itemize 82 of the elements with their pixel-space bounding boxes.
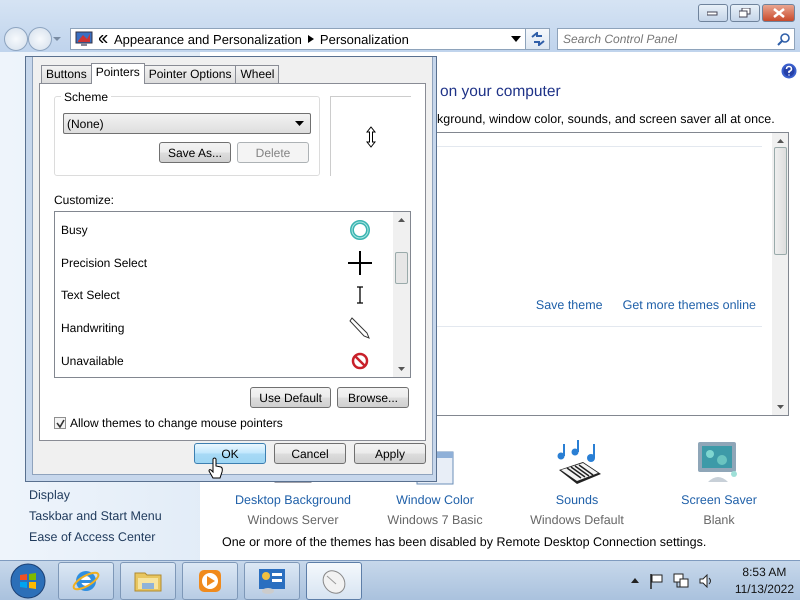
- minimize-button[interactable]: [698, 4, 728, 22]
- clock-date: 11/13/2022: [734, 582, 794, 596]
- sidebar-link[interactable]: Taskbar and Start Menu: [29, 509, 200, 523]
- scroll-thumb[interactable]: [395, 252, 408, 284]
- scrollbar[interactable]: [393, 212, 410, 377]
- pointer-name[interactable]: Text Select: [61, 288, 120, 302]
- show-hidden-icons-icon[interactable]: [630, 578, 639, 583]
- sidebar-link[interactable]: Ease of Access Center: [29, 530, 200, 544]
- hand-cursor-icon: [208, 457, 224, 479]
- setting-link[interactable]: Screen Saver: [681, 493, 757, 507]
- scrollbar[interactable]: [772, 133, 788, 415]
- notice-text: One or more of the themes has been disabled by Remote Desktop Connection settings.: [222, 535, 708, 549]
- resize-arrow-icon: [366, 126, 376, 148]
- pointer-name[interactable]: Busy: [61, 223, 88, 238]
- setting-value: Blank: [703, 513, 735, 527]
- taskbar-button[interactable]: [306, 562, 362, 600]
- scheme-dropdown[interactable]: (None): [63, 113, 311, 134]
- flag-icon[interactable]: [648, 572, 663, 588]
- network-icon[interactable]: [672, 572, 689, 588]
- sidebar-link[interactable]: Display: [29, 488, 200, 502]
- setting-link[interactable]: Desktop Background: [234, 493, 352, 507]
- dialog-button[interactable]: Cancel: [274, 443, 346, 464]
- refresh-button[interactable]: [526, 28, 550, 50]
- section-label: Customize:: [54, 193, 116, 207]
- setting-value: Windows Default: [530, 513, 624, 527]
- clock[interactable]: 8:53 AM 11/13/2022: [734, 565, 794, 596]
- scroll-down-icon[interactable]: [398, 367, 405, 371]
- double-chevron-icon[interactable]: [99, 35, 108, 43]
- taskbar-button[interactable]: [120, 562, 176, 600]
- checkbox-label[interactable]: Allow themes to change mouse pointers: [70, 416, 283, 430]
- dialog-button[interactable]: Apply: [354, 443, 426, 464]
- group-label: Scheme: [61, 90, 112, 104]
- text-cursor-icon: [355, 286, 365, 304]
- scroll-up-icon[interactable]: [398, 218, 405, 222]
- close-icon[interactable]: [772, 8, 784, 18]
- list-button[interactable]: Use Default: [250, 387, 331, 408]
- setting-link[interactable]: Sounds: [556, 493, 598, 507]
- setting-link[interactable]: Window Color: [396, 493, 474, 507]
- setting-value: Windows Server: [248, 513, 338, 527]
- tab[interactable]: Wheel: [235, 65, 280, 83]
- monitor-icon: [75, 31, 93, 47]
- tab[interactable]: Pointer Options: [144, 65, 236, 83]
- address-bar[interactable]: Appearance and Personalization Personalization: [70, 28, 526, 50]
- breadcrumb[interactable]: Personalization: [320, 32, 409, 46]
- page-description: kground, window color, sounds, and screen saver all at once.: [437, 112, 776, 126]
- pen-icon: [349, 316, 371, 340]
- crosshair-icon: [347, 250, 373, 276]
- dropdown-arrow-icon[interactable]: [295, 121, 304, 126]
- dropdown-value: (None): [67, 116, 104, 130]
- arrow-icon[interactable]: [308, 35, 314, 43]
- theme-link[interactable]: Get more themes online: [622, 298, 756, 312]
- breadcrumb[interactable]: Appearance and Personalization: [114, 32, 302, 46]
- speaker-icon[interactable]: [698, 574, 713, 588]
- dialog-button[interactable]: OK: [194, 443, 266, 464]
- help-icon[interactable]: [781, 63, 797, 79]
- pointer-name[interactable]: Unavailable: [61, 354, 124, 368]
- list-button[interactable]: Browse...: [337, 387, 409, 408]
- pointer-list[interactable]: Busy Precision Select Text Select Handwriting Unavailable: [54, 211, 411, 378]
- tab[interactable]: Buttons: [41, 65, 92, 83]
- close-button[interactable]: [762, 4, 795, 22]
- taskbar-button[interactable]: [244, 562, 300, 600]
- busy-ring-icon: [349, 219, 371, 242]
- search-field[interactable]: Search Control Panel: [557, 28, 795, 50]
- dropdown-arrow-icon[interactable]: [511, 36, 521, 42]
- maximize-button[interactable]: [730, 4, 760, 22]
- page-heading: on your computer: [440, 83, 562, 101]
- scroll-up-icon[interactable]: [776, 139, 784, 143]
- scroll-down-icon[interactable]: [776, 405, 784, 409]
- theme-link[interactable]: Save theme: [536, 298, 603, 312]
- check-icon: [56, 418, 64, 428]
- setting-value: Windows 7 Basic: [387, 513, 483, 527]
- tab[interactable]: Pointers: [90, 63, 145, 84]
- clock-time: 8:53 AM: [742, 565, 786, 579]
- maximize-icon[interactable]: [739, 8, 751, 18]
- taskbar-button[interactable]: [182, 562, 238, 600]
- pointer-name[interactable]: Handwriting: [61, 321, 124, 336]
- pointer-name[interactable]: Precision Select: [61, 256, 148, 270]
- scroll-thumb[interactable]: [774, 147, 786, 255]
- no-entry-icon: [351, 352, 369, 370]
- checkbox[interactable]: [54, 417, 66, 429]
- search-icon[interactable]: [777, 33, 790, 46]
- scheme-button[interactable]: Save As...: [158, 142, 231, 163]
